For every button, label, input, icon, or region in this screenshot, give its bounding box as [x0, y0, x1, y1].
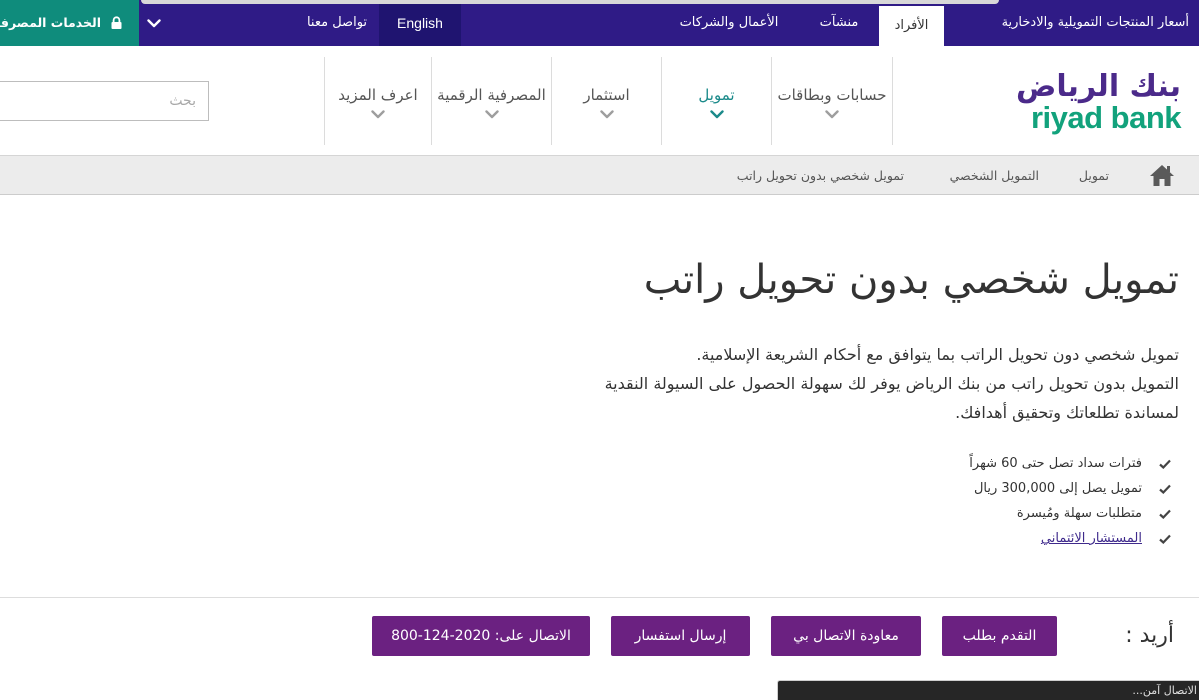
chevron-down-icon	[148, 19, 162, 28]
nav-item-financing[interactable]: تمويل	[662, 57, 772, 145]
online-banking-button[interactable]: الخدمات المصرفية	[0, 0, 140, 46]
intro-paragraph: تمويل شخصي دون تحويل الراتب بما يتوافق م…	[606, 340, 1180, 427]
chevron-down-icon	[826, 110, 840, 119]
logo-latin-wordmark: riyad bank	[1031, 100, 1183, 135]
check-icon	[1160, 459, 1172, 469]
lock-icon	[112, 16, 123, 29]
breadcrumb-item-current: تمويل شخصي بدون تحويل راتب	[737, 168, 905, 183]
page-title: تمويل شخصي بدون تحويل راتب	[644, 257, 1180, 303]
nav-item-label: تمويل	[699, 86, 736, 104]
section-divider	[0, 597, 1200, 598]
feature-text: متطلبات سهلة ومُيسرة	[1017, 506, 1143, 521]
send-inquiry-button[interactable]: إرسال استفسار	[612, 616, 751, 656]
actions-label: أريد :	[1126, 623, 1175, 648]
tab-individuals[interactable]: الأفراد	[880, 6, 945, 46]
call-phone-button[interactable]: الاتصال على: 2020-124-800	[373, 616, 591, 656]
tab-business-corporate[interactable]: الأعمال والشركات	[670, 0, 790, 46]
top-bar: أسعار المنتجات التمويلية والادخارية الأف…	[0, 0, 1200, 46]
search-input[interactable]	[0, 81, 210, 121]
nav-item-label: اعرف المزيد	[339, 86, 419, 104]
nav-item-learn-more[interactable]: اعرف المزيد	[325, 57, 432, 145]
status-text: الاتصال آمن...	[1133, 684, 1198, 697]
topbar-link-contact[interactable]: تواصل معنا	[300, 0, 376, 46]
language-switch-english[interactable]: English	[380, 0, 462, 46]
breadcrumb-item-personal-financing[interactable]: التمويل الشخصي	[951, 156, 1040, 196]
intro-line: تمويل شخصي دون تحويل الراتب بما يتوافق م…	[697, 345, 1180, 364]
feature-list: فترات سداد تصل حتى 60 شهراً تمويل يصل إل…	[970, 451, 1172, 551]
browser-top-strip	[142, 0, 1000, 4]
check-icon	[1160, 534, 1172, 544]
home-icon[interactable]	[1150, 163, 1176, 187]
list-item: فترات سداد تصل حتى 60 شهراً	[970, 451, 1172, 476]
feature-text: تمويل يصل إلى 300,000 ريال	[974, 481, 1143, 496]
topbar-link-rates[interactable]: أسعار المنتجات التمويلية والادخارية	[1003, 0, 1190, 46]
chevron-down-icon	[485, 110, 500, 119]
call-me-back-button[interactable]: معاودة الاتصال بي	[772, 616, 922, 656]
breadcrumb-item-financing[interactable]: تمويل	[1080, 156, 1110, 196]
nav-item-investment[interactable]: استثمار	[552, 57, 662, 145]
credit-advisor-link[interactable]: المستشار الائتماني	[1042, 526, 1143, 551]
nav-item-accounts-cards[interactable]: حسابات وبطاقات	[772, 57, 894, 145]
nav-item-label: المصرفية الرقمية	[438, 86, 547, 104]
riyad-bank-logo[interactable]: بنك الرياض riyad bank	[1002, 69, 1183, 135]
chevron-down-icon	[710, 110, 725, 119]
intro-line: التمويل بدون تحويل راتب من بنك الرياض يو…	[605, 374, 1180, 393]
intro-line: لمساندة تطلعاتك وتحقيق أهدافك.	[956, 403, 1180, 422]
nav-item-label: استثمار	[584, 86, 631, 104]
list-item: المستشار الائتماني	[970, 526, 1172, 551]
check-icon	[1160, 484, 1172, 494]
logo-arabic-wordmark: بنك الرياض	[1017, 69, 1182, 104]
online-banking-label: الخدمات المصرفية	[0, 15, 102, 30]
browser-status-bubble: الاتصال آمن...	[778, 680, 1200, 700]
breadcrumb: تمويل التمويل الشخصي تمويل شخصي بدون تحو…	[0, 155, 1200, 195]
nav-item-digital-banking[interactable]: المصرفية الرقمية	[432, 57, 552, 145]
chevron-down-icon	[600, 110, 615, 119]
list-item: تمويل يصل إلى 300,000 ريال	[970, 476, 1172, 501]
tab-establishments[interactable]: منشآت	[812, 0, 868, 46]
check-icon	[1160, 509, 1172, 519]
topbar-dropdown-toggle[interactable]	[140, 0, 170, 46]
list-item: متطلبات سهلة ومُيسرة	[970, 501, 1172, 526]
feature-text: فترات سداد تصل حتى 60 شهراً	[970, 456, 1143, 471]
apply-button[interactable]: التقدم بطلب	[943, 616, 1058, 656]
nav-item-label: حسابات وبطاقات	[778, 86, 888, 104]
chevron-down-icon	[372, 110, 386, 119]
